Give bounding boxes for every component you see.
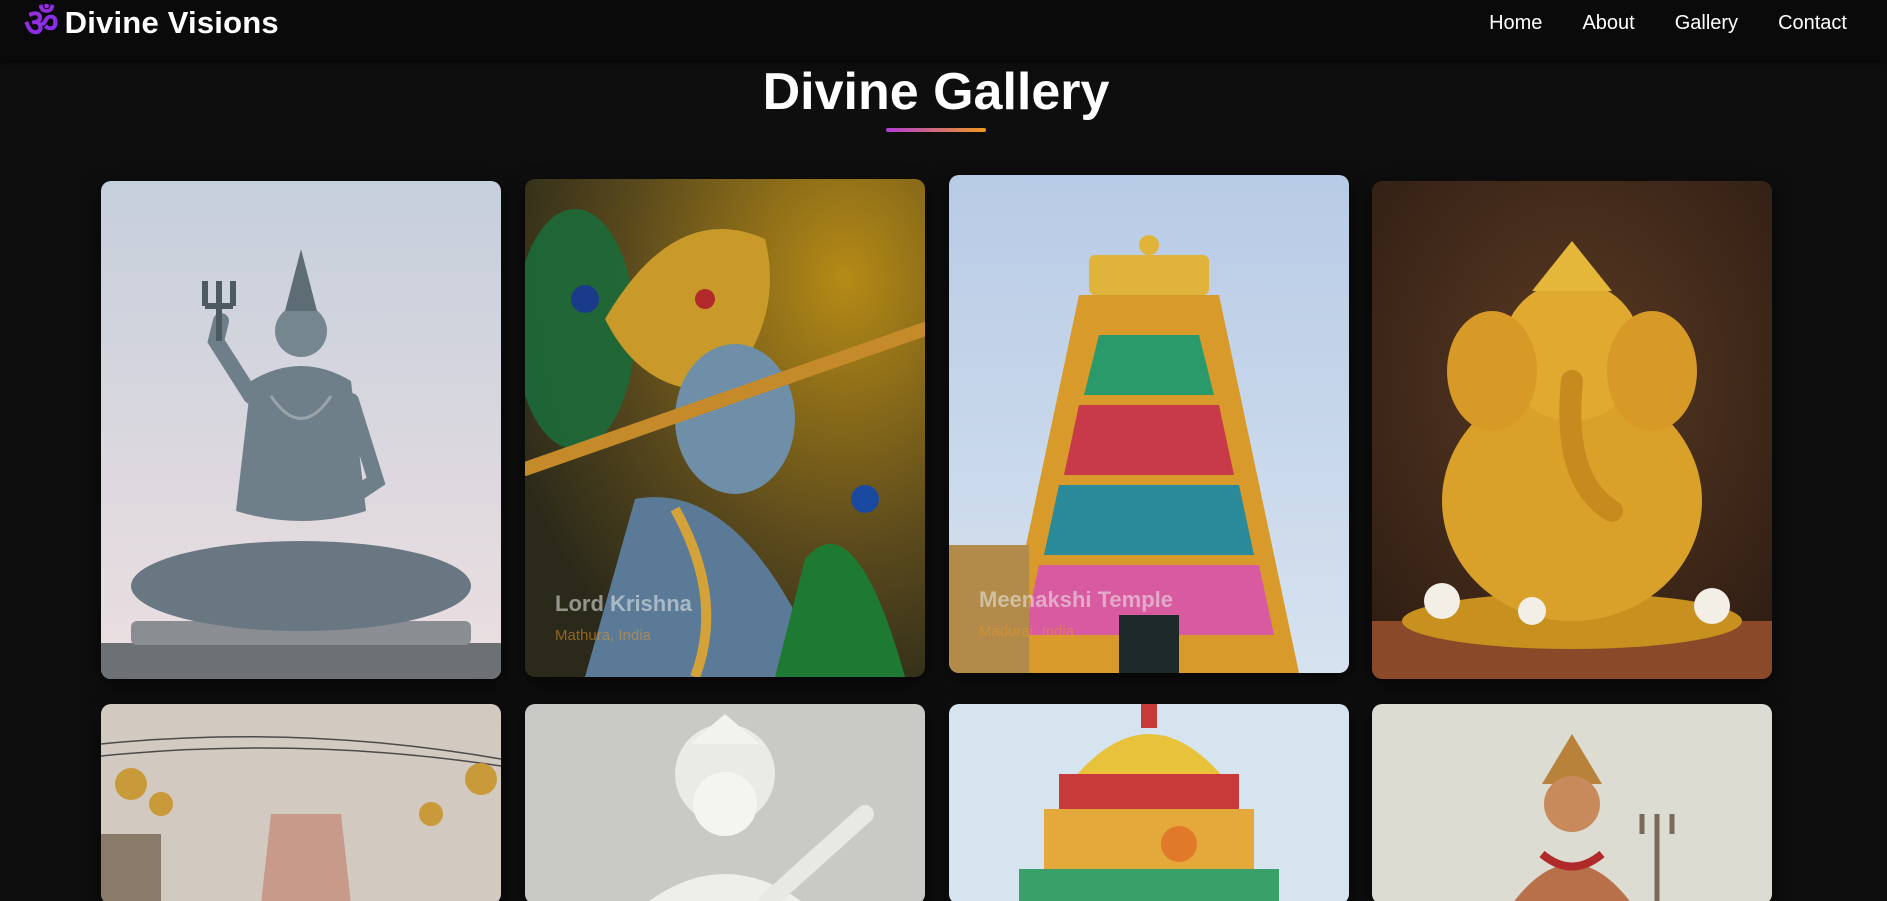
card-caption: Meenakshi Temple Madurai, India <box>979 587 1173 640</box>
card-title: Meenakshi Temple <box>979 587 1173 612</box>
gallery-card-shrine[interactable] <box>949 704 1349 901</box>
gallery-card-shiva[interactable] <box>101 181 501 679</box>
card-title: Lord Krishna <box>555 591 692 616</box>
card-location: Madurai, India <box>979 623 1075 640</box>
gallery-card-ram[interactable] <box>1372 704 1772 901</box>
ram-statue-image <box>1372 704 1772 901</box>
navbar: ॐ Divine Visions Home About Gallery Cont… <box>0 0 1887 60</box>
page-title: Divine Gallery <box>762 63 1110 121</box>
card-location: Mathura, India <box>555 627 651 644</box>
nav-link-about[interactable]: About <box>1582 12 1634 35</box>
brand-logo-link[interactable]: ॐ Divine Visions <box>24 4 279 42</box>
colorful-shrine-image <box>949 704 1349 901</box>
palace-domes-image <box>101 704 501 901</box>
golden-ganesha-image <box>1372 181 1772 679</box>
gallery-card-ganesha[interactable] <box>1372 181 1772 679</box>
gallery-card-meenakshi[interactable]: Meenakshi Temple Madurai, India <box>949 175 1349 673</box>
om-icon: ॐ <box>24 1 59 45</box>
title-underline <box>886 128 986 132</box>
gallery-card-krishna[interactable]: Lord Krishna Mathura, India <box>525 179 925 677</box>
gallery-card-palace[interactable] <box>101 704 501 901</box>
shiva-statue-image <box>101 181 501 679</box>
white-saraswati-image <box>525 704 925 901</box>
nav-link-gallery[interactable]: Gallery <box>1675 12 1738 35</box>
gallery-card-saraswati[interactable] <box>525 704 925 901</box>
brand-name: Divine Visions <box>64 5 279 40</box>
nav-link-home[interactable]: Home <box>1489 12 1542 35</box>
nav-link-contact[interactable]: Contact <box>1778 12 1847 35</box>
nav-links: Home About Gallery Contact <box>1489 12 1847 35</box>
card-caption: Lord Krishna Mathura, India <box>555 591 692 644</box>
